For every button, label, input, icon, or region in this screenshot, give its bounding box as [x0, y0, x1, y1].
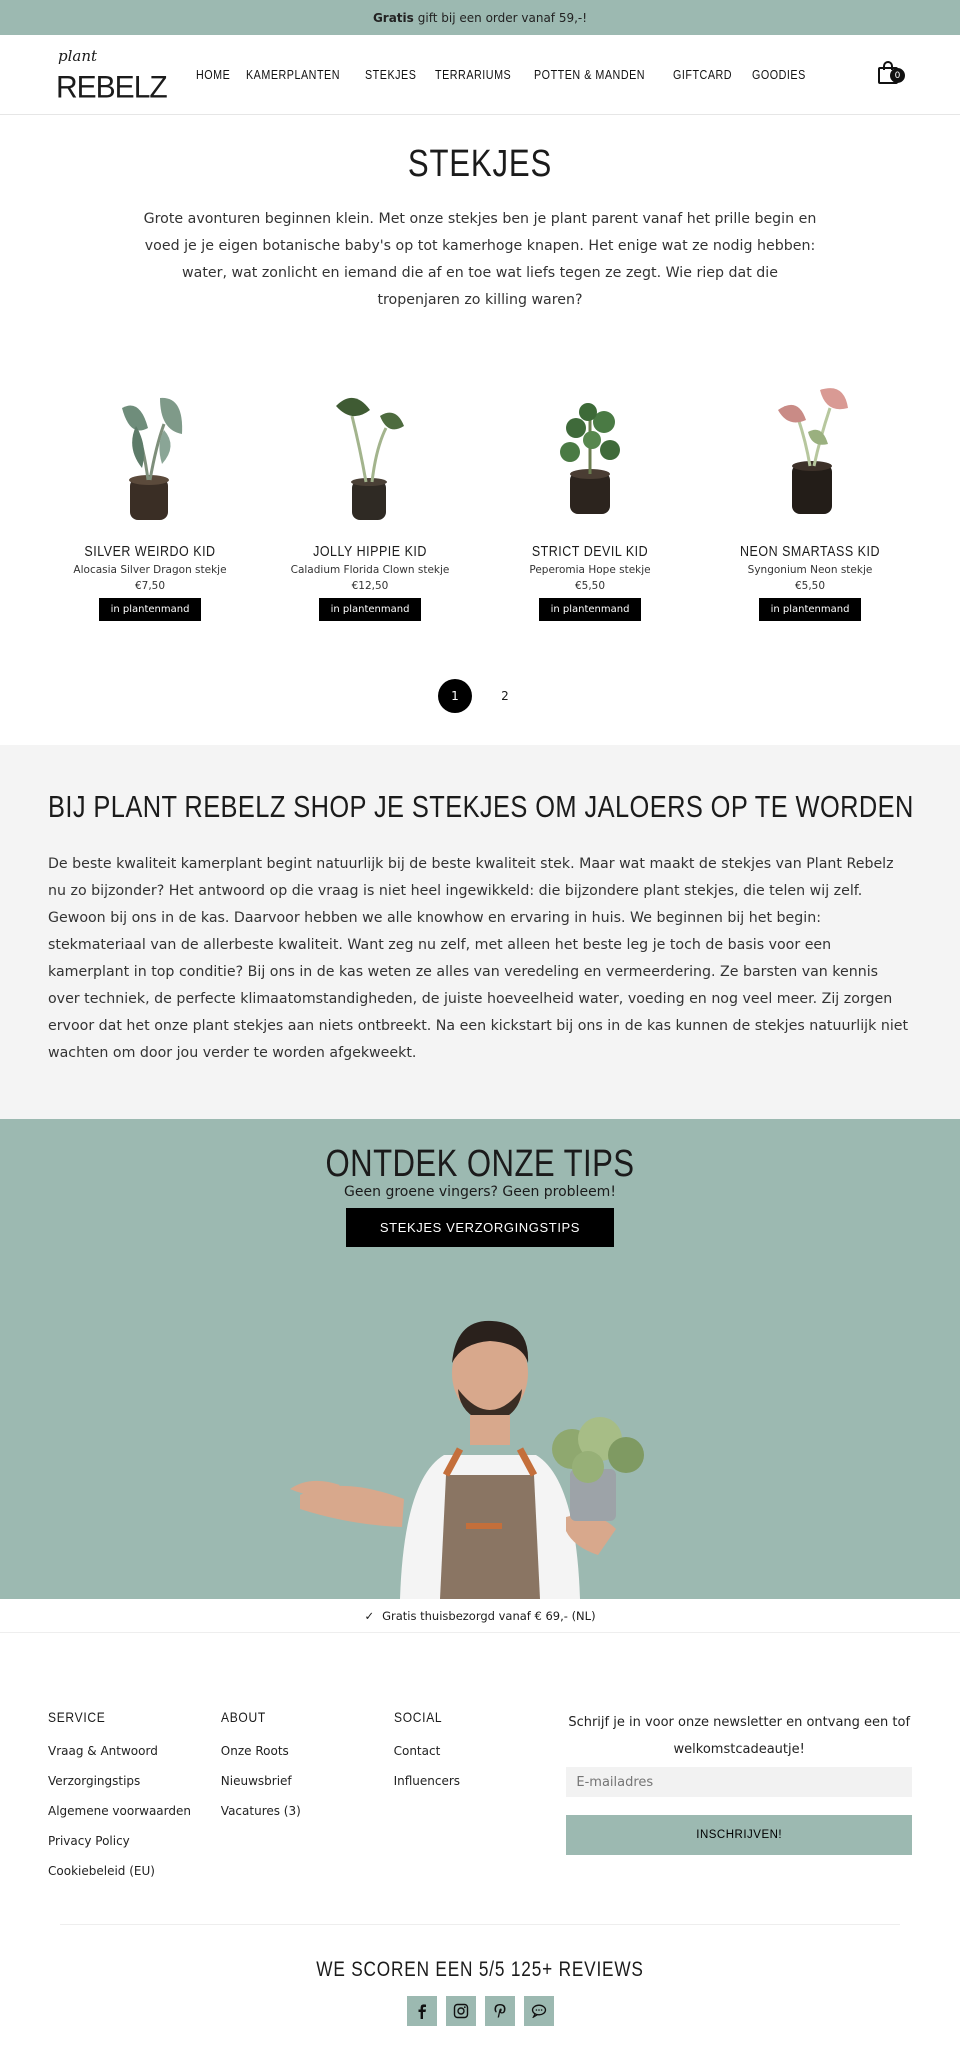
page-2[interactable]: 2 [488, 679, 522, 713]
product-subtitle: Peperomia Hope stekje [529, 564, 651, 576]
intro-text: Grote avonturen beginnen klein. Met onze… [143, 211, 817, 308]
tips-subtitle: Geen groene vingers? Geen probleem! [344, 1184, 616, 1200]
product-name[interactable]: SILVER WEIRDO KID [66, 544, 235, 560]
tips-title: ONTDEK ONZE TIPS [325, 1143, 635, 1185]
product-image[interactable] [52, 368, 248, 528]
gardener-icon [290, 1320, 644, 1599]
social-col-title: SOCIAL [393, 1709, 442, 1725]
footer-about: ABOUT Onze Roots Nieuwsbrief Vacatures (… [221, 1709, 394, 1878]
link-newsletter[interactable]: Nieuwsbrief [221, 1774, 394, 1788]
about-section: BIJ PLANT REBELZ SHOP JE STEKJES OM JALO… [0, 745, 960, 1119]
product-price: €5,50 [794, 580, 826, 592]
product-card[interactable]: SILVER WEIRDO KID Alocasia Silver Dragon… [52, 368, 248, 621]
header: plant REBELZ HOME KAMERPLANTEN STEKJES T… [0, 35, 960, 115]
plant-icon [336, 397, 404, 520]
add-to-cart-button[interactable]: in plantenmand [538, 598, 642, 621]
footer-divider [60, 1924, 900, 1925]
link-vacancies[interactable]: Vacatures (3) [221, 1804, 394, 1818]
link-cookies[interactable]: Cookiebeleid (EU) [48, 1864, 221, 1878]
logo[interactable]: plant REBELZ [56, 45, 168, 105]
nav-potten-manden[interactable]: POTTEN & MANDEN [534, 68, 645, 82]
add-to-cart-button[interactable]: in plantenmand [318, 598, 422, 621]
shipping-bar: ✓ Gratis thuisbezorgd vanaf € 69,- (NL) [0, 1599, 960, 1633]
pinterest-icon[interactable] [484, 1996, 515, 2026]
footer-service: SERVICE Vraag & Antwoord Verzorgingstips… [48, 1709, 221, 1878]
plant-icon [560, 403, 620, 514]
link-privacy[interactable]: Privacy Policy [48, 1834, 221, 1848]
nav-home[interactable]: HOME [196, 68, 230, 82]
pagination: 1 2 [0, 679, 960, 713]
page-1[interactable]: 1 [438, 679, 472, 713]
tips-section: ONTDEK ONZE TIPS Geen groene vingers? Ge… [0, 1119, 960, 1599]
newsletter-form: Schrijf je in voor onze newsletter en on… [566, 1709, 912, 1878]
product-card[interactable]: JOLLY HIPPIE KID Caladium Florida Clown … [272, 368, 468, 621]
about-title: BIJ PLANT REBELZ SHOP JE STEKJES OM JALO… [48, 789, 914, 824]
footer-social: SOCIAL Contact Influencers [394, 1709, 567, 1878]
email-field[interactable] [566, 1767, 912, 1797]
about-text: De beste kwaliteit kamerplant begint nat… [48, 856, 909, 1061]
main-nav: HOME KAMERPLANTEN STEKJES TERRARIUMS POT… [196, 68, 806, 82]
care-tips-button[interactable]: STEKJES VERZORGINGSTIPS [345, 1208, 615, 1247]
product-image[interactable] [492, 368, 688, 528]
nav-terrariums[interactable]: TERRARIUMS [435, 68, 511, 82]
product-price: €7,50 [134, 580, 166, 592]
subscribe-button[interactable]: INSCHRIJVEN! [566, 1815, 912, 1855]
product-card[interactable]: STRICT DEVIL KID Peperomia Hope stekje €… [492, 368, 688, 621]
link-faq[interactable]: Vraag & Antwoord [48, 1744, 221, 1758]
nav-stekjes[interactable]: STEKJES [365, 68, 416, 82]
about-col-title: ABOUT [220, 1709, 266, 1725]
add-to-cart-button[interactable]: in plantenmand [758, 598, 862, 621]
product-subtitle: Alocasia Silver Dragon stekje [73, 564, 227, 576]
service-title: SERVICE [48, 1709, 106, 1725]
chat-icon[interactable] [523, 1996, 554, 2026]
link-influencers[interactable]: Influencers [394, 1774, 567, 1788]
facebook-icon[interactable] [406, 1996, 437, 2026]
product-image[interactable] [712, 368, 908, 528]
link-terms[interactable]: Algemene voorwaarden [48, 1804, 221, 1818]
newsletter-text: Schrijf je in voor onze newsletter en on… [568, 1715, 911, 1757]
product-subtitle: Syngonium Neon stekje [747, 564, 873, 576]
footer: SERVICE Vraag & Antwoord Verzorgingstips… [0, 1633, 960, 1878]
check-icon: ✓ [364, 1608, 375, 1623]
product-name[interactable]: JOLLY HIPPIE KID [286, 544, 455, 560]
reviews-heading: WE SCOREN EEN 5/5 125+ REVIEWS [316, 1958, 644, 1981]
promo-text: gift bij een order vanaf 59,-! [417, 10, 588, 25]
social-links [0, 1996, 960, 2026]
product-name[interactable]: STRICT DEVIL KID [506, 544, 675, 560]
product-grid: SILVER WEIRDO KID Alocasia Silver Dragon… [0, 368, 960, 621]
page-bottom-space [0, 2026, 960, 2062]
product-name[interactable]: NEON SMARTASS KID [726, 544, 895, 560]
add-to-cart-button[interactable]: in plantenmand [98, 598, 202, 621]
promo-bold: Gratis [372, 10, 414, 25]
gardener-illustration [0, 1299, 960, 1599]
plant-icon [122, 397, 183, 520]
promo-bar: Gratis gift bij een order vanaf 59,-! [0, 0, 960, 35]
link-contact[interactable]: Contact [394, 1744, 567, 1758]
logo-plant: plant [58, 46, 98, 65]
instagram-icon[interactable] [445, 1996, 476, 2026]
cart-icon[interactable]: 0 [878, 61, 905, 85]
page-title: STEKJES [407, 143, 553, 185]
link-care-tips[interactable]: Verzorgingstips [48, 1774, 221, 1788]
product-card[interactable]: NEON SMARTASS KID Syngonium Neon stekje … [712, 368, 908, 621]
link-roots[interactable]: Onze Roots [221, 1744, 394, 1758]
plant-icon [778, 388, 848, 514]
nav-kamerplanten[interactable]: KAMERPLANTEN [246, 68, 340, 82]
product-image[interactable] [272, 368, 468, 528]
cart-count: 0 [890, 68, 905, 83]
product-price: €5,50 [574, 580, 606, 592]
product-subtitle: Caladium Florida Clown stekje [290, 564, 450, 576]
shipping-text: Gratis thuisbezorgd vanaf € 69,- (NL) [382, 1608, 596, 1623]
product-price: €12,50 [351, 580, 389, 592]
logo-rebelz: REBELZ [56, 69, 168, 105]
nav-giftcard[interactable]: GIFTCARD [673, 68, 732, 82]
nav-goodies[interactable]: GOODIES [752, 68, 806, 82]
